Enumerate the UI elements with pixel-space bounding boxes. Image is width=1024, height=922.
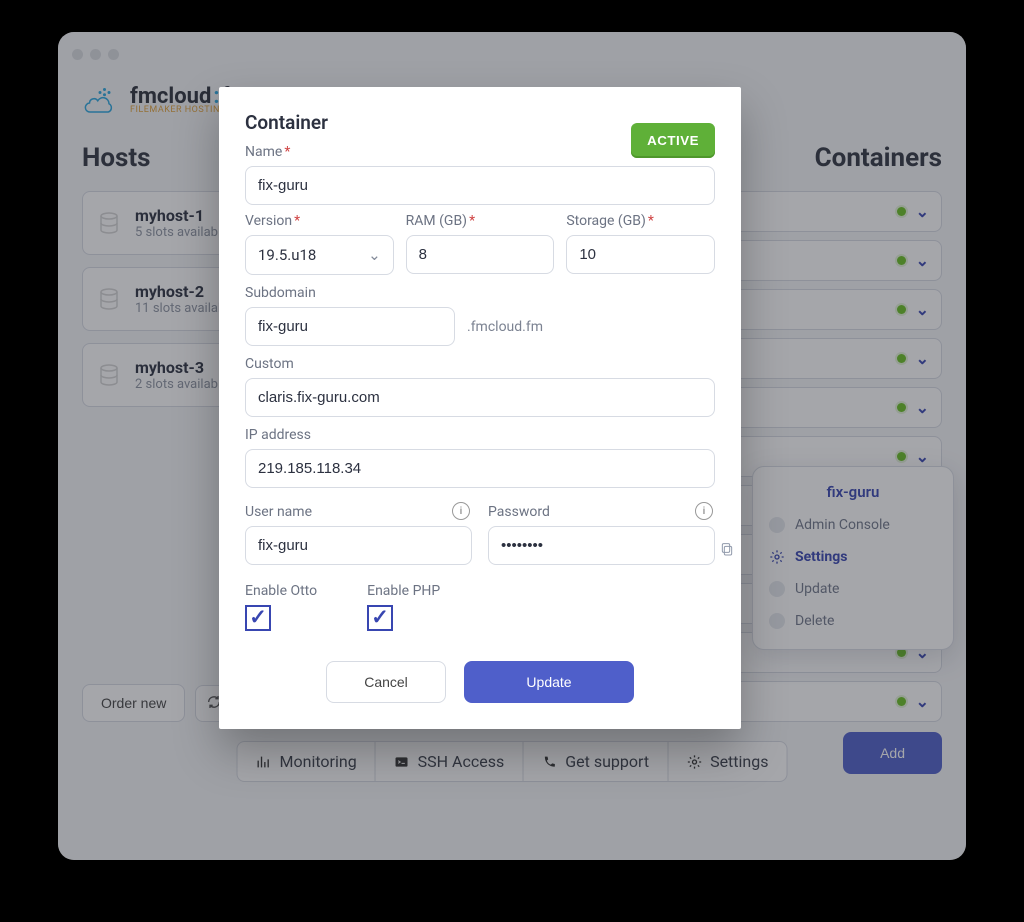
enable-otto-label: Enable Otto bbox=[245, 583, 317, 599]
info-icon[interactable]: i bbox=[452, 502, 470, 520]
username-label: User namei bbox=[245, 504, 472, 520]
cancel-button[interactable]: Cancel bbox=[326, 661, 446, 703]
name-input[interactable] bbox=[245, 166, 715, 205]
password-input[interactable] bbox=[488, 526, 715, 565]
ram-label: RAM (GB)* bbox=[406, 213, 555, 229]
ip-label: IP address bbox=[245, 427, 715, 443]
ip-input[interactable] bbox=[245, 449, 715, 488]
update-button[interactable]: Update bbox=[464, 661, 634, 703]
password-label: Passwordi bbox=[488, 504, 715, 520]
enable-php-label: Enable PHP bbox=[367, 583, 440, 599]
subdomain-input[interactable] bbox=[245, 307, 455, 346]
storage-label: Storage (GB)* bbox=[566, 213, 715, 229]
enable-otto-checkbox[interactable]: ✓ bbox=[245, 605, 271, 631]
custom-domain-input[interactable] bbox=[245, 378, 715, 417]
chevron-down-icon: ⌄ bbox=[368, 246, 381, 264]
version-select[interactable]: 19.5.u18 ⌄ bbox=[245, 235, 394, 275]
subdomain-suffix: .fmcloud.fm bbox=[467, 319, 543, 335]
info-icon[interactable]: i bbox=[695, 502, 713, 520]
ram-input[interactable] bbox=[406, 235, 555, 274]
username-input[interactable] bbox=[245, 526, 472, 565]
version-label: Version* bbox=[245, 213, 394, 229]
status-active-button[interactable]: ACTIVE bbox=[631, 123, 715, 158]
enable-php-checkbox[interactable]: ✓ bbox=[367, 605, 393, 631]
container-modal: Container ACTIVE Name* Version* 19.5.u18… bbox=[219, 87, 741, 729]
storage-input[interactable] bbox=[566, 235, 715, 274]
subdomain-label: Subdomain bbox=[245, 285, 715, 301]
copy-icon[interactable] bbox=[719, 541, 735, 557]
version-value: 19.5.u18 bbox=[258, 246, 316, 264]
custom-label: Custom bbox=[245, 356, 715, 372]
